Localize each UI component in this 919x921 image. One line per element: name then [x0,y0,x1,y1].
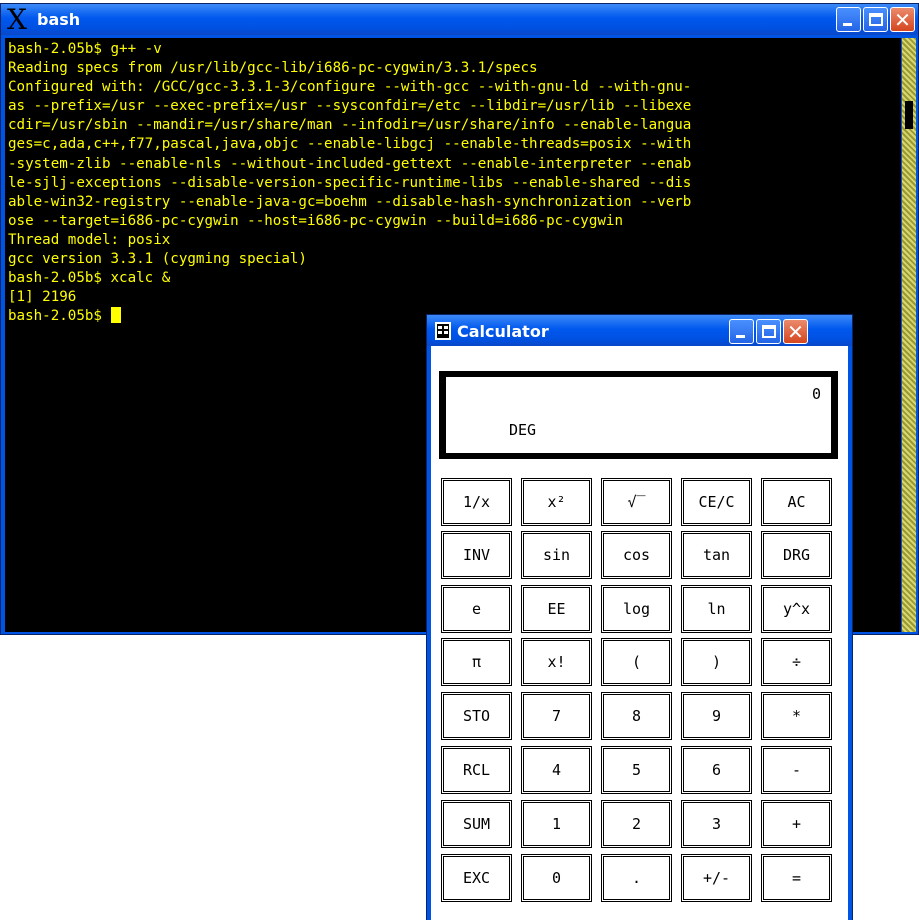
key-reciprocal[interactable]: 1/x [441,478,512,526]
key-open-paren[interactable]: ( [601,638,672,686]
calculator-icon [435,322,451,340]
calculator-maximize-button[interactable] [756,319,781,344]
calculator-title: Calculator [457,322,549,341]
key-9[interactable]: 9 [681,692,752,740]
key-negate[interactable]: +/- [681,854,752,902]
calculator-window: Calculator ✕ 0 DEG 1/x x² √‾ CE/C AC INV… [426,314,853,921]
key-0[interactable]: 0 [521,854,592,902]
key-subtract[interactable]: - [761,746,832,794]
key-ln[interactable]: ln [681,585,752,633]
key-tan[interactable]: tan [681,531,752,579]
key-inverse[interactable]: INV [441,531,512,579]
maximize-button[interactable] [863,7,888,32]
key-recall[interactable]: RCL [441,746,512,794]
key-square[interactable]: x² [521,478,592,526]
bash-titlebar[interactable]: X bash ✕ [1,4,918,35]
key-4[interactable]: 4 [521,746,592,794]
key-5[interactable]: 5 [601,746,672,794]
display-panel: 0 DEG [446,377,831,453]
calculator-display: 0 DEG [439,371,838,459]
key-sqrt[interactable]: √‾ [601,478,672,526]
key-close-paren[interactable]: ) [681,638,752,686]
angle-mode-indicator: DEG [509,421,537,439]
minimize-icon [730,320,753,343]
key-clear-entry[interactable]: CE/C [681,478,752,526]
x-window-icon: X [7,3,27,36]
key-6[interactable]: 6 [681,746,752,794]
close-icon: ✕ [787,320,804,344]
key-store[interactable]: STO [441,692,512,740]
key-power[interactable]: y^x [761,585,832,633]
scrollbar-thumb[interactable] [905,101,913,129]
key-multiply[interactable]: * [761,692,832,740]
key-7[interactable]: 7 [521,692,592,740]
key-equals[interactable]: = [761,854,832,902]
key-log[interactable]: log [601,585,672,633]
terminal-output: bash-2.05b$ g++ -v Reading specs from /u… [8,40,691,326]
display-value: 0 [811,385,821,403]
minimize-button[interactable] [836,7,861,32]
window-title: bash [37,10,81,29]
key-exponent[interactable]: EE [521,585,592,633]
key-sin[interactable]: sin [521,531,592,579]
key-sum[interactable]: SUM [441,800,512,848]
calculator-body: 0 DEG 1/x x² √‾ CE/C AC INV sin cos tan … [431,346,848,921]
terminal-text: bash-2.05b$ g++ -v Reading specs from /u… [8,41,692,325]
key-3[interactable]: 3 [681,800,752,848]
calculator-close-button[interactable]: ✕ [783,319,808,344]
key-all-clear[interactable]: AC [761,478,832,526]
key-decimal[interactable]: . [601,854,672,902]
minimize-icon [837,8,860,31]
key-factorial[interactable]: x! [521,638,592,686]
key-pi[interactable]: π [441,638,512,686]
maximize-icon [864,8,887,31]
key-add[interactable]: + [761,800,832,848]
key-2[interactable]: 2 [601,800,672,848]
key-e[interactable]: e [441,585,512,633]
key-drg[interactable]: DRG [761,531,832,579]
key-1[interactable]: 1 [521,800,592,848]
calculator-minimize-button[interactable] [729,319,754,344]
key-divide[interactable]: ÷ [761,638,832,686]
terminal-cursor [110,307,121,324]
terminal-scrollbar[interactable] [902,38,916,632]
close-icon: ✕ [894,8,911,32]
calculator-titlebar[interactable]: Calculator ✕ [427,315,852,346]
key-cos[interactable]: cos [601,531,672,579]
key-8[interactable]: 8 [601,692,672,740]
maximize-icon [757,320,780,343]
key-exchange[interactable]: EXC [441,854,512,902]
close-button[interactable]: ✕ [890,7,915,32]
